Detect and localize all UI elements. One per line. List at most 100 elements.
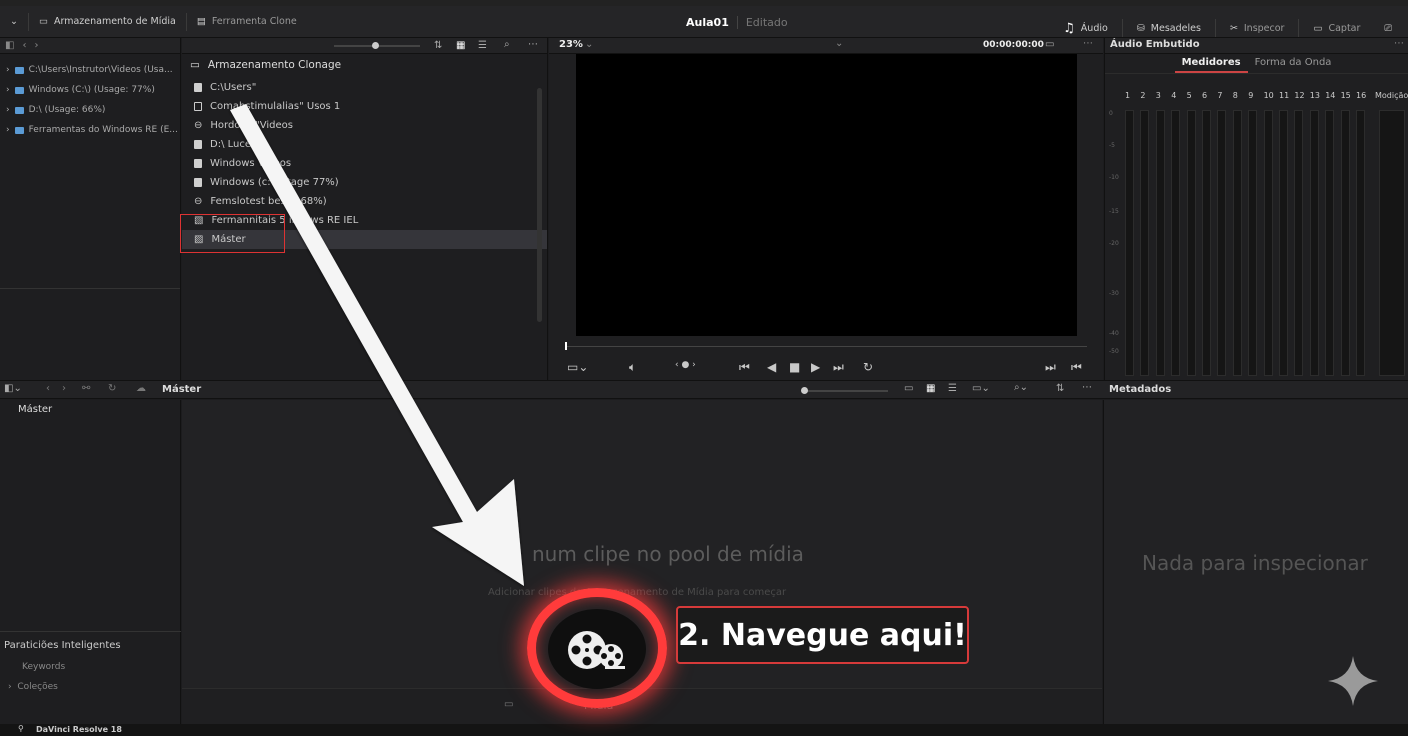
media-pool-button[interactable]	[548, 609, 646, 689]
smart-bin-keywords[interactable]: Keywords	[22, 662, 65, 672]
edit-index-icon[interactable]: ▭	[504, 699, 513, 710]
channel-meter	[1140, 110, 1150, 376]
transport-controls: ▭⌄ 🔈︎ ‹ ● › ⏮︎ ◀ ■ ▶ ⏭︎ ↻ ⏭︎ ⏮︎	[567, 360, 1087, 376]
jog-icon[interactable]: ‹ ● ›	[675, 360, 696, 370]
link-icon[interactable]: ⚯	[82, 383, 90, 394]
project-title: Aula01 Editado	[686, 16, 788, 29]
scale-tick: -30	[1109, 290, 1119, 297]
chevron-down-icon[interactable]: ⌄	[835, 38, 843, 49]
volume-icon[interactable]: 🔈︎	[629, 360, 636, 375]
list-item[interactable]: ⊖ Hordons "Videos	[182, 116, 547, 135]
more-options-icon[interactable]: ⋯	[528, 39, 538, 50]
file-icon	[194, 159, 202, 168]
skip-end-icon[interactable]: ⏭︎	[833, 360, 844, 375]
tree-item-label: D:\ (Usage: 66%)	[28, 105, 106, 115]
media-storage-icon: ▭	[38, 16, 48, 27]
list-item[interactable]: ⊖ Femslotest beslio 68%)	[182, 192, 547, 211]
pool-toolbar: ◧⌄ ‹ › ⚯ ↻ ☁ Máster ▭ ▦ ☰ ▭⌄ ⌕⌄ ⇅ ⋯ Meta…	[0, 380, 1408, 399]
sparkle-icon	[1326, 654, 1380, 708]
media-tree-panel: ◧ ‹ › › C:\Users\Instrutor\Videos (Usa... ›…	[0, 38, 181, 380]
tab-waveform[interactable]: Forma da Onda	[1248, 54, 1339, 73]
mark-in-icon[interactable]: ⏭︎	[1045, 360, 1056, 375]
list-item[interactable]: C:\Users"	[182, 78, 547, 97]
metadata-view-icon[interactable]: ▭⌄	[972, 383, 990, 394]
filmstrip-view-icon[interactable]: ▭	[904, 383, 913, 394]
bin-item-master[interactable]: Máster	[0, 400, 180, 420]
mark-out-icon[interactable]: ⏮︎	[1071, 360, 1082, 375]
inspector-icon: ✂	[1229, 22, 1238, 34]
more-options-icon[interactable]: ⋯	[1082, 382, 1092, 393]
capture-label: Captar	[1328, 22, 1361, 34]
list-item[interactable]: Comabstimulalias" Usos 1	[182, 97, 547, 116]
list-item[interactable]: Windows Videos	[182, 154, 547, 173]
list-item-label: D:\ Lucea	[210, 139, 258, 150]
file-icon	[194, 178, 202, 187]
current-bin: Máster	[162, 384, 202, 395]
forward-icon[interactable]: ›	[62, 383, 66, 394]
drive-icon	[14, 126, 24, 134]
tree-item[interactable]: › C:\Users\Instrutor\Videos (Usa...	[0, 60, 180, 80]
mixer-label: Mesadeles	[1150, 22, 1201, 34]
video-canvas[interactable]	[576, 54, 1077, 336]
tree-item-label: C:\Users\Instrutor\Videos (Usa...	[28, 65, 173, 75]
scrubber-track[interactable]	[565, 346, 1087, 347]
toolbar-menu-toggle[interactable]: ⌄	[0, 6, 28, 37]
channel-label: 14	[1325, 91, 1336, 100]
scale-tick: 0	[1109, 110, 1113, 117]
tree-item[interactable]: › Windows (C:\) (Usage: 77%)	[0, 80, 180, 100]
skip-start-icon[interactable]: ⏮︎	[739, 360, 750, 375]
monitor-meter	[1379, 110, 1405, 376]
list-view-icon[interactable]: ☰	[478, 40, 487, 51]
list-item[interactable]: D:\ Lucea	[182, 135, 547, 154]
channel-label: 8	[1232, 91, 1238, 100]
tree-item[interactable]: › D:\ (Usage: 66%)	[0, 100, 180, 120]
channel-meter	[1309, 110, 1319, 376]
media-storage-button[interactable]: ▭ Armazenamento de Mídia	[29, 6, 186, 37]
sort-icon[interactable]: ⇅	[1056, 383, 1064, 394]
search-icon[interactable]: ⌕⌄	[1014, 382, 1028, 393]
channel-meter	[1340, 110, 1350, 376]
grid-view-icon[interactable]: ▦	[926, 383, 935, 394]
zoom-slider-handle[interactable]	[801, 387, 808, 394]
zoom-slider[interactable]	[806, 390, 888, 392]
zoom-slider-handle[interactable]	[372, 42, 379, 49]
channel-label: 6	[1202, 91, 1208, 100]
scale-tick: -50	[1109, 348, 1119, 355]
grid-view-icon[interactable]: ▦	[456, 40, 465, 51]
loop-icon[interactable]: ↻	[863, 360, 873, 374]
forward-icon[interactable]: ›	[34, 40, 38, 51]
sort-icon[interactable]: ⇅	[434, 40, 442, 51]
viewer-options-icon[interactable]: ▭	[1045, 39, 1054, 50]
search-icon[interactable]: ⌕	[504, 39, 510, 50]
scrollbar[interactable]	[537, 88, 542, 322]
tree-item[interactable]: › Ferramentas do Windows RE (E...	[0, 120, 180, 140]
file-list-title-label: Armazenamento Clonage	[207, 59, 342, 71]
file-icon	[194, 83, 202, 92]
list-view-icon[interactable]: ☰	[948, 383, 957, 394]
folder-icon: ▭	[190, 59, 200, 71]
stop-icon[interactable]: ■	[789, 360, 800, 374]
play-reverse-icon[interactable]: ◀	[767, 360, 776, 374]
sidebar-toggle-icon[interactable]: ◧⌄	[4, 383, 22, 394]
film-reel-icon	[565, 628, 627, 675]
chevron-down-icon[interactable]: ⌄	[585, 39, 593, 50]
more-options-icon[interactable]: ⋯	[1394, 38, 1404, 49]
back-icon[interactable]: ‹	[46, 383, 50, 394]
play-icon[interactable]: ▶	[811, 360, 820, 374]
clone-tool-button[interactable]: ▤ Ferramenta Clone	[187, 6, 307, 37]
sync-icon[interactable]: ↻	[108, 383, 116, 394]
cloud-icon[interactable]: ☁	[136, 383, 146, 394]
sidebar-toggle-icon[interactable]: ◧	[5, 40, 14, 51]
more-options-icon[interactable]: ⋯	[1083, 38, 1093, 49]
channel-label: 16	[1356, 91, 1367, 100]
divider	[1121, 19, 1123, 37]
clip-view-icon[interactable]: ▭⌄	[567, 360, 588, 374]
back-icon[interactable]: ‹	[22, 40, 26, 51]
list-item[interactable]: Windows (c:\ /ptage 77%)	[182, 173, 547, 192]
tree-item-label: Ferramentas do Windows RE (E...	[28, 125, 178, 135]
channel-meter	[1263, 110, 1273, 376]
zoom-level[interactable]: 23%	[559, 39, 583, 50]
smart-bin-collections[interactable]: › Coleções	[8, 682, 58, 692]
playhead[interactable]	[565, 342, 567, 350]
tab-meters[interactable]: Medidores	[1174, 54, 1248, 73]
